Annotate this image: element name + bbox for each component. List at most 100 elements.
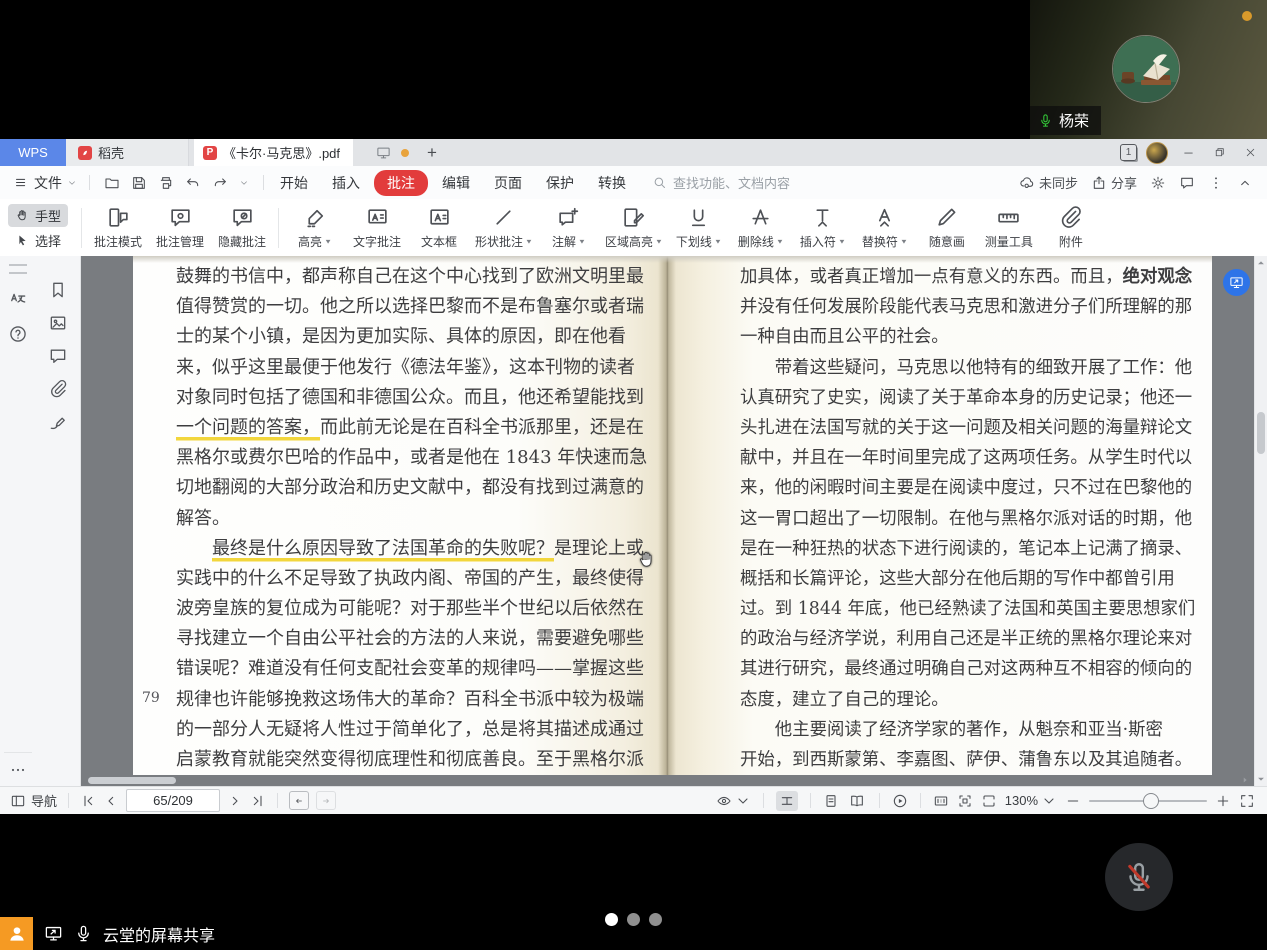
sync-status[interactable]: 未同步: [1019, 173, 1078, 192]
toolbar-button-隐藏批注[interactable]: 隐藏批注: [211, 205, 273, 250]
rail-drag-handle[interactable]: [9, 264, 27, 274]
sign-icon[interactable]: [48, 412, 68, 432]
fit-page-button[interactable]: [981, 793, 997, 809]
vertical-scrollbar[interactable]: [1254, 256, 1267, 786]
carousel-dot-1[interactable]: [605, 913, 618, 926]
carousel-dot-2[interactable]: [627, 913, 640, 926]
bookmark-icon[interactable]: [48, 280, 68, 300]
carousel-dot-3[interactable]: [649, 913, 662, 926]
close-button[interactable]: [1239, 144, 1261, 162]
toolbar-button-下划线[interactable]: 下划线▼: [668, 205, 730, 250]
share-button[interactable]: 分享: [1091, 173, 1137, 192]
print-icon[interactable]: [158, 175, 174, 191]
next-page-button[interactable]: [227, 793, 243, 809]
restore-button[interactable]: [1208, 144, 1230, 162]
fullscreen-button[interactable]: [1239, 793, 1255, 809]
zoom-level-button[interactable]: 130%: [1005, 793, 1057, 809]
view-forward-button[interactable]: [316, 791, 336, 810]
first-page-button[interactable]: [80, 793, 96, 809]
toolbar-button-替换符[interactable]: 替换符▼: [854, 205, 916, 250]
page-text-line: 开始，到西斯蒙第、李嘉图、萨伊、蒲鲁东以及其追随者。: [740, 745, 1198, 775]
page-text-line: 士的某个小镇，是因为更加实际、具体的原因，即在他看: [176, 322, 646, 352]
window-count-badge[interactable]: 1: [1120, 144, 1137, 161]
play-slideshow-button[interactable]: [892, 793, 908, 809]
zoom-out-button[interactable]: [1065, 793, 1081, 809]
prev-page-button[interactable]: [103, 793, 119, 809]
collapse-ribbon-icon[interactable]: [1237, 175, 1253, 191]
participant-list-button[interactable]: [0, 917, 33, 950]
page-text-line: 献中，并且在一年时间里完成了这两项任务。从学生时代以: [740, 443, 1198, 473]
actual-size-button[interactable]: [933, 793, 949, 809]
document-area[interactable]: 鼓舞的书信中，都声称自己在这个中心找到了欧洲文明里最值得赞赏的一切。他之所以选择…: [80, 256, 1255, 786]
kebab-menu-icon[interactable]: [1208, 175, 1224, 191]
zoom-slider[interactable]: [1089, 800, 1207, 802]
menu-item-开始[interactable]: 开始: [270, 170, 318, 196]
picture-tool-float-button[interactable]: [1223, 269, 1250, 296]
participant-video-tile[interactable]: 杨荣: [1030, 0, 1267, 139]
rail-more-icon[interactable]: [8, 760, 28, 780]
hscroll-right-arrow[interactable]: [1240, 775, 1250, 785]
vscroll-down-arrow[interactable]: [1256, 774, 1266, 784]
text-segment: 这一胃口超出了一切限制。在他与黑格尔派对话的时期，他: [740, 509, 1192, 529]
toolbar-button-注解[interactable]: 注解▼: [538, 205, 600, 250]
open-folder-icon[interactable]: [104, 175, 120, 191]
toolbar-button-随意画[interactable]: 随意画: [916, 205, 978, 250]
comment-icon[interactable]: [48, 346, 68, 366]
sync-label: 未同步: [1039, 173, 1078, 192]
minimize-button[interactable]: [1177, 144, 1199, 162]
carousel-dots[interactable]: [605, 913, 662, 926]
menu-item-转换[interactable]: 转换: [588, 170, 636, 196]
redo-icon[interactable]: [212, 175, 228, 191]
single-page-view-button[interactable]: [823, 793, 839, 809]
settings-gear-icon[interactable]: [1150, 175, 1166, 191]
menu-item-批注[interactable]: 批注: [374, 170, 428, 196]
two-page-view-button[interactable]: [847, 793, 867, 809]
fit-width-button[interactable]: [776, 791, 798, 811]
comment-icon[interactable]: [1179, 175, 1195, 191]
view-back-button[interactable]: [289, 791, 309, 810]
toolbar-button-附件[interactable]: 附件: [1040, 205, 1102, 250]
tab-monitor-icon[interactable]: [376, 145, 391, 160]
toolbar-button-删除线[interactable]: 删除线▼: [730, 205, 792, 250]
clip-icon[interactable]: [48, 379, 68, 399]
toolbar-button-批注管理[interactable]: 批注管理: [149, 205, 211, 250]
help-icon[interactable]: [8, 324, 28, 344]
search-box[interactable]: 查找功能、文档内容: [652, 173, 790, 192]
tool-手型[interactable]: 手型: [8, 204, 68, 227]
zoom-in-button[interactable]: [1215, 793, 1231, 809]
save-icon[interactable]: [131, 175, 147, 191]
menu-item-插入[interactable]: 插入: [322, 170, 370, 196]
eye-protect-button[interactable]: [716, 793, 751, 809]
mute-button[interactable]: [1105, 843, 1173, 911]
navigation-toggle[interactable]: 导航: [10, 791, 57, 810]
vscroll-up-arrow[interactable]: [1256, 258, 1266, 268]
toolbar-button-插入符[interactable]: 插入符▼: [792, 205, 854, 250]
last-page-button[interactable]: [250, 793, 266, 809]
undo-icon[interactable]: [185, 175, 201, 191]
menu-item-页面[interactable]: 页面: [484, 170, 532, 196]
page-number-input[interactable]: [126, 789, 220, 812]
toolbar-button-文本框[interactable]: 文本框: [408, 205, 470, 250]
toolbar-button-形状批注[interactable]: 形状批注▼: [470, 205, 538, 250]
toolbar-button-文字批注[interactable]: 文字批注: [346, 205, 408, 250]
image-icon[interactable]: [48, 313, 68, 333]
more-tools-icon[interactable]: [239, 178, 249, 188]
tool-选择[interactable]: 选择: [8, 229, 68, 252]
translate-icon[interactable]: [8, 289, 28, 309]
toolbar-button-高亮[interactable]: 高亮▼: [284, 205, 346, 250]
tab-docer[interactable]: 稻壳: [66, 139, 189, 166]
tab-document[interactable]: P 《卡尔·马克思》.pdf: [194, 139, 353, 166]
toolbar-button-测量工具[interactable]: 测量工具: [978, 205, 1040, 250]
horizontal-scrollbar-thumb[interactable]: [88, 777, 176, 784]
file-menu[interactable]: 文件: [0, 173, 85, 193]
menu-item-保护[interactable]: 保护: [536, 170, 584, 196]
wps-home-button[interactable]: WPS: [0, 139, 66, 166]
toolbar-button-批注模式[interactable]: 批注模式: [87, 205, 149, 250]
vertical-scrollbar-thumb[interactable]: [1257, 412, 1265, 454]
account-avatar[interactable]: [1146, 142, 1168, 164]
toolbar-button-区域高亮[interactable]: 区域高亮▼: [600, 205, 668, 250]
menu-item-编辑[interactable]: 编辑: [432, 170, 480, 196]
fit-selection-button[interactable]: [957, 793, 973, 809]
zoom-slider-thumb[interactable]: [1143, 793, 1159, 809]
new-tab-button[interactable]: +: [427, 143, 437, 163]
